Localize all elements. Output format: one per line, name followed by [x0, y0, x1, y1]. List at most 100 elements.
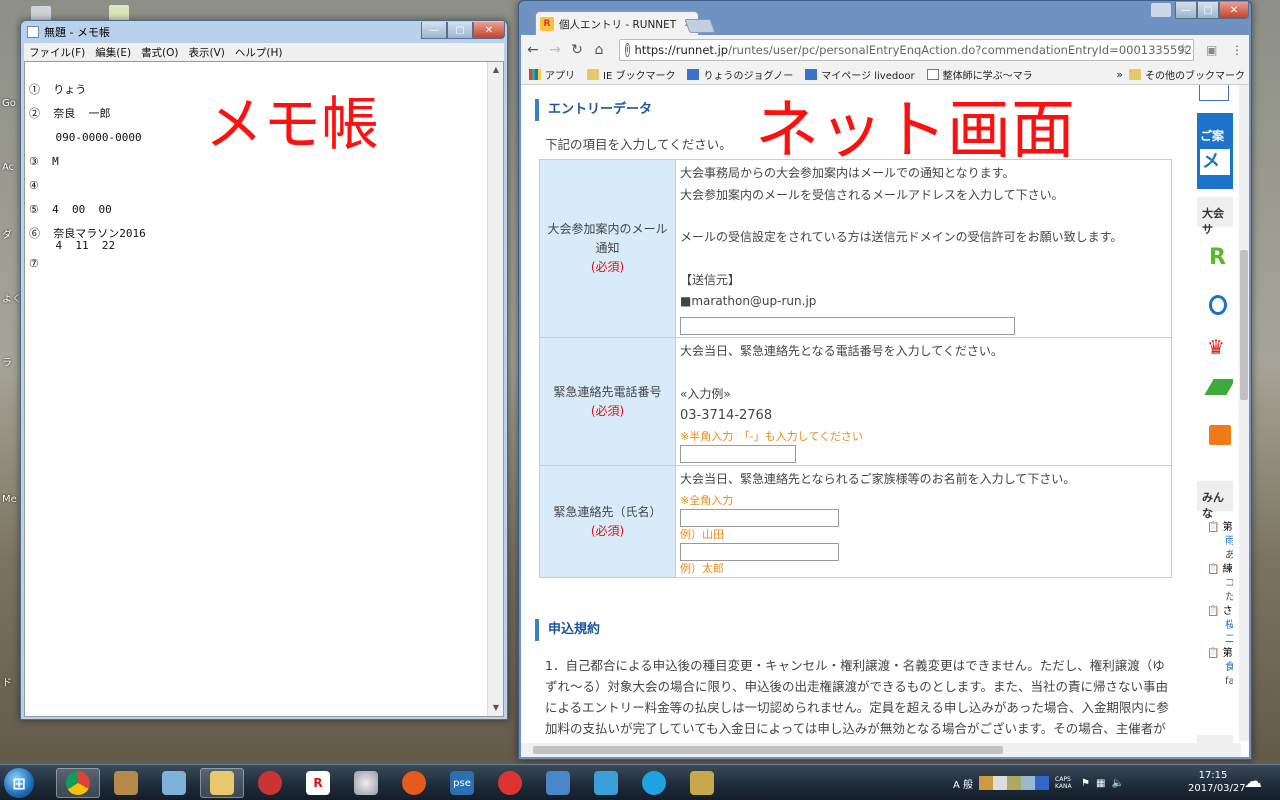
- notepad-minimize-button[interactable]: —: [421, 22, 447, 39]
- news-item[interactable]: 📋 さ: [1207, 605, 1233, 619]
- weather-icon[interactable]: ☁: [1244, 771, 1272, 793]
- desc-line: 大会参加案内のメールを受信されるメールアドレスを入力して下さい。: [680, 187, 1064, 202]
- media-icon: [162, 771, 186, 795]
- desktop-label-2: Ac: [2, 162, 15, 173]
- menu-view[interactable]: 表示(V): [189, 45, 225, 60]
- menu-help[interactable]: ヘルプ(H): [235, 45, 283, 60]
- extension-icon[interactable]: ▣: [1206, 43, 1217, 57]
- desktop-label-3: ダ: [2, 230, 12, 241]
- crown-icon[interactable]: ♛: [1207, 335, 1231, 359]
- reload-icon[interactable]: ↻: [567, 42, 587, 58]
- taskbar-app-13[interactable]: [632, 768, 676, 798]
- tray-flag-icon[interactable]: ⚑: [1081, 778, 1090, 789]
- taskbar-app-6[interactable]: R: [296, 768, 340, 798]
- tray-network-icon[interactable]: ▦: [1096, 778, 1105, 789]
- taskbar-notepad[interactable]: [200, 768, 244, 798]
- taskbar-app-7[interactable]: [344, 768, 388, 798]
- section-heading-terms: 申込規約: [535, 619, 600, 641]
- pse-icon: pse: [450, 771, 474, 795]
- label-mail-notice: 大会参加案内のメール通知 (必須): [539, 159, 676, 338]
- taskbar-media[interactable]: [152, 768, 196, 798]
- first-name-input[interactable]: [680, 542, 839, 561]
- news-link[interactable]: 桜: [1207, 619, 1233, 633]
- taskbar-explorer[interactable]: [104, 768, 148, 798]
- taskbar-app-8[interactable]: [392, 768, 436, 798]
- taskbar-app-5[interactable]: [248, 768, 292, 798]
- home-icon[interactable]: ⌂: [589, 42, 609, 58]
- scroll-thumb[interactable]: [1240, 250, 1248, 400]
- sidebar-banner[interactable]: ご案 メ: [1197, 113, 1233, 189]
- news-link[interactable]: 食: [1207, 661, 1233, 675]
- news-link[interactable]: 雨: [1207, 535, 1233, 549]
- entry-form-table: 大会参加案内のメール通知 (必須) 大会事務局からの大会参加案内はメールでの通知と…: [539, 159, 1172, 578]
- notepad-maximize-button[interactable]: ▢: [447, 22, 473, 39]
- email-input[interactable]: [680, 316, 1015, 335]
- app-icon: [690, 771, 714, 795]
- bookmark-ie-folder[interactable]: IE ブックマーク: [587, 67, 675, 82]
- site-info-icon[interactable]: i: [625, 43, 630, 57]
- taskbar-app-9[interactable]: pse: [440, 768, 484, 798]
- bookmark-label: その他のブックマーク: [1145, 71, 1245, 82]
- taskbar-clock[interactable]: 17:15 2017/03/27: [1188, 769, 1246, 795]
- menu-format[interactable]: 書式(O): [141, 45, 178, 60]
- news-item[interactable]: 📋 第: [1207, 521, 1233, 535]
- green-logo-icon[interactable]: [1204, 379, 1233, 395]
- browser-tab[interactable]: R 個人エントリ - RUNNET ✕: [535, 11, 699, 36]
- orange-calendar-icon[interactable]: [1209, 425, 1231, 445]
- taskbar-app-14[interactable]: [680, 768, 724, 798]
- notepad-line: 4 11 22: [29, 239, 116, 252]
- taskbar-app-10[interactable]: [488, 768, 532, 798]
- first-name-example: 例）太郎: [680, 561, 724, 575]
- forward-icon[interactable]: →: [545, 42, 565, 58]
- tray-icons[interactable]: [979, 776, 1050, 790]
- last-name-example: 例）山田: [680, 527, 724, 541]
- address-bar[interactable]: i https://runnet.jp/runtes/user/pc/perso…: [619, 39, 1194, 61]
- tray-volume-icon[interactable]: 🔈: [1111, 778, 1123, 789]
- news-item[interactable]: 📋 第: [1207, 647, 1233, 661]
- notepad-line: ② 奈良 一郎: [29, 107, 111, 120]
- r-logo-icon[interactable]: R: [1209, 245, 1229, 271]
- back-icon[interactable]: ←: [523, 42, 543, 58]
- page-vertical-scrollbar[interactable]: [1239, 85, 1249, 741]
- page-horizontal-scrollbar[interactable]: [521, 743, 1241, 757]
- label-emergency-phone: 緊急連絡先電話番号 (必須): [539, 337, 676, 466]
- desc-line: 大会当日、緊急連絡先となる電話番号を入力してください。: [680, 344, 1003, 358]
- sidebar-top-banner[interactable]: [1199, 85, 1229, 101]
- notepad-scrollbar[interactable]: ▲ ▼: [487, 62, 503, 716]
- profile-icon[interactable]: [1151, 3, 1171, 17]
- jognote-icon: [687, 69, 700, 80]
- sidebar-heading-taikai: 大会サ: [1197, 197, 1233, 236]
- menu-file[interactable]: ファイル(F): [29, 45, 85, 60]
- badge-icon[interactable]: [1209, 295, 1227, 315]
- browser-minimize-button[interactable]: —: [1175, 2, 1197, 19]
- notepad-close-button[interactable]: ✕: [473, 22, 505, 39]
- browser-maximize-button[interactable]: ▢: [1197, 2, 1219, 19]
- taskbar-app-11[interactable]: [536, 768, 580, 798]
- bookmarks-other-folder[interactable]: その他のブックマーク: [1129, 67, 1245, 82]
- news-item[interactable]: 📋 練: [1207, 563, 1233, 577]
- tray-ime[interactable]: A 般: [953, 776, 973, 791]
- taskbar-chrome[interactable]: [56, 768, 100, 798]
- sidebar-news-list: 📋 第 雨 あ 📋 練 コ た 📋 さ 桜 二 📋 第 食 fa: [1207, 521, 1233, 689]
- scroll-thumb[interactable]: [533, 746, 1003, 754]
- browser-close-button[interactable]: ✕: [1219, 2, 1249, 19]
- new-tab-button[interactable]: [684, 19, 716, 33]
- news-link[interactable]: コ: [1207, 577, 1233, 591]
- last-name-input[interactable]: [680, 508, 839, 527]
- menu-edit[interactable]: 編集(E): [95, 45, 131, 60]
- chrome-menu-icon[interactable]: ⋮: [1231, 43, 1243, 57]
- tray-caps: CAPS KANA: [1055, 776, 1072, 790]
- bookmarks-more-button[interactable]: »: [1116, 68, 1123, 81]
- app-icon: [258, 771, 282, 795]
- bookmark-star-icon[interactable]: ☆: [1177, 42, 1189, 57]
- bookmark-apps[interactable]: アプリ: [529, 67, 575, 82]
- start-button[interactable]: ⊞: [4, 768, 34, 798]
- scroll-up-icon[interactable]: ▲: [488, 62, 504, 78]
- scroll-down-icon[interactable]: ▼: [488, 700, 504, 716]
- desktop-label-4: よく: [2, 294, 22, 305]
- phone-input[interactable]: [680, 444, 796, 463]
- notepad-line: ④: [29, 179, 39, 192]
- taskbar-app-12[interactable]: [584, 768, 628, 798]
- app-icon: [642, 771, 666, 795]
- web-page: エントリーデータ 下記の項目を入力してください。 大会参加案内のメール通知 (必須…: [521, 85, 1249, 757]
